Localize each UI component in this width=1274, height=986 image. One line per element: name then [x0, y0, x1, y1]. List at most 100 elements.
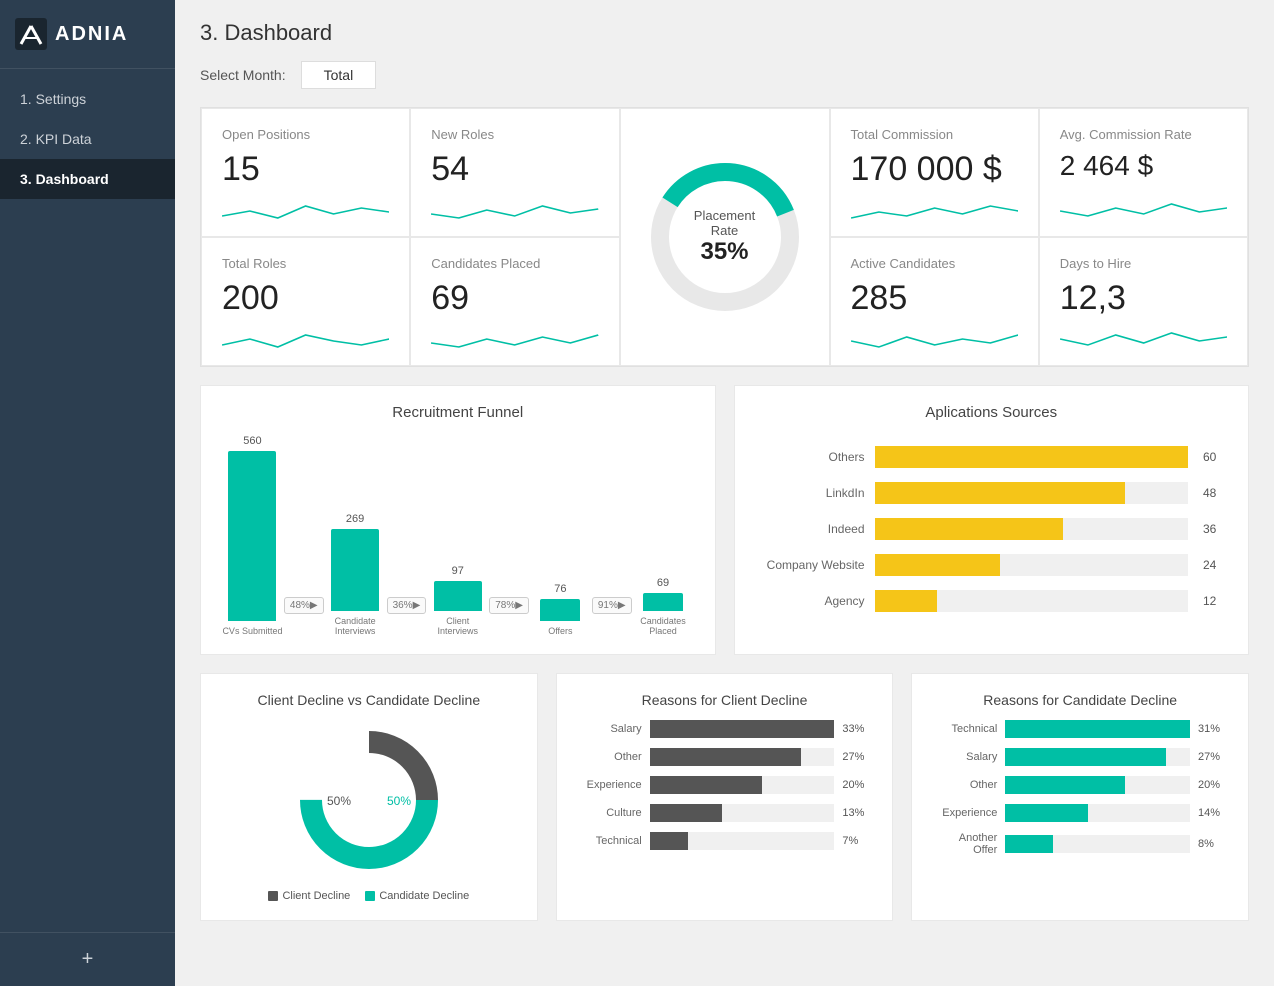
kpi-candidates-placed-label: Candidates Placed: [431, 256, 598, 271]
rcd-other-track: [1005, 776, 1190, 794]
kpi-open-positions-label: Open Positions: [222, 127, 389, 142]
rc-experience-pct: 20%: [842, 779, 872, 791]
sidebar-nav: 1. Settings 2. KPI Data 3. Dashboard: [0, 69, 175, 932]
hbar-company-website: Company Website 24: [755, 554, 1229, 576]
kpi-days-to-hire-label: Days to Hire: [1060, 256, 1227, 271]
rc-technical-label: Technical: [577, 835, 642, 847]
kpi-active-candidates-value: 285: [851, 279, 1018, 318]
rcd-experience-fill: [1005, 804, 1088, 822]
rcd-experience-pct: 14%: [1198, 807, 1228, 819]
rcd-other-pct: 20%: [1198, 779, 1228, 791]
rc-salary-pct: 33%: [842, 723, 872, 735]
svg-text:50%: 50%: [387, 794, 411, 808]
reasons-client-chart: Salary 33% Other 27% Experience: [577, 720, 873, 850]
hbar-indeed-fill: [875, 518, 1063, 540]
hbar-linkedin-track: [875, 482, 1189, 504]
rcd-experience-label: Experience: [932, 807, 997, 819]
charts-row: Recruitment Funnel 560 CVs Submitted 48%…: [200, 385, 1249, 655]
rcd-experience: Experience 14%: [932, 804, 1228, 822]
sparkline-candidates-placed: [431, 325, 598, 355]
legend-client-label: Client Decline: [282, 890, 350, 902]
hbar-agency-label: Agency: [755, 594, 865, 608]
rc-experience-label: Experience: [577, 779, 642, 791]
kpi-avg-commission-label: Avg. Commission Rate: [1060, 127, 1227, 142]
add-button[interactable]: +: [0, 932, 175, 986]
rc-salary-track: [650, 720, 835, 738]
hbar-agency-value: 12: [1203, 594, 1228, 608]
reasons-client-card: Reasons for Client Decline Salary 33% Ot…: [556, 673, 894, 921]
rc-other-pct: 27%: [842, 751, 872, 763]
hbar-others-fill: [875, 446, 1189, 468]
svg-text:50%: 50%: [327, 794, 351, 808]
placement-rate-label: Placement Rate: [682, 208, 767, 238]
rcd-other-label: Other: [932, 779, 997, 791]
kpi-avg-commission: Avg. Commission Rate 2 464 $: [1039, 108, 1248, 237]
page-title: 3. Dashboard: [200, 20, 1249, 46]
hbar-indeed-label: Indeed: [755, 522, 865, 536]
rcd-other-fill: [1005, 776, 1125, 794]
sparkline-days-to-hire: [1060, 325, 1227, 355]
decline-donut-svg: 50% 50%: [289, 720, 449, 880]
funnel-val-3: 76: [554, 583, 566, 595]
hbar-linkedin: LinkdIn 48: [755, 482, 1229, 504]
rcd-technical-track: [1005, 720, 1190, 738]
kpi-total-commission-label: Total Commission: [851, 127, 1018, 142]
hbar-others: Others 60: [755, 446, 1229, 468]
funnel-arrow-3: 78%▶: [489, 597, 529, 614]
sparkline-open-positions: [222, 196, 389, 226]
rc-experience-fill: [650, 776, 763, 794]
rc-technical-fill: [650, 832, 689, 850]
legend-candidate-dot: [365, 891, 375, 901]
hbar-indeed-value: 36: [1203, 522, 1228, 536]
decline-donut-title: Client Decline vs Candidate Decline: [221, 692, 517, 708]
rc-technical: Technical 7%: [577, 832, 873, 850]
app-sources-card: Aplications Sources Others 60 LinkdIn: [734, 385, 1250, 655]
reasons-candidate-card: Reasons for Candidate Decline Technical …: [911, 673, 1249, 921]
rcd-experience-track: [1005, 804, 1190, 822]
donut-label: Placement Rate 35%: [682, 208, 767, 266]
rcd-salary-pct: 27%: [1198, 751, 1228, 763]
sidebar-item-dashboard[interactable]: 3. Dashboard: [0, 159, 175, 199]
hbar-others-track: [875, 446, 1189, 468]
funnel-val-1: 269: [346, 513, 364, 525]
rc-salary-fill: [650, 720, 835, 738]
funnel-label-1: Candidate Interviews: [324, 616, 387, 636]
rcd-technical-label: Technical: [932, 723, 997, 735]
reasons-candidate-chart: Technical 31% Salary 27% Other: [932, 720, 1228, 856]
main-content: 3. Dashboard Select Month: Total Open Po…: [175, 0, 1274, 986]
legend-client-decline: Client Decline: [268, 890, 350, 902]
sidebar: ADNIA 1. Settings 2. KPI Data 3. Dashboa…: [0, 0, 175, 986]
funnel-arrow-2: 36%▶: [387, 597, 427, 614]
kpi-total-roles-value: 200: [222, 279, 389, 318]
app-sources-title: Aplications Sources: [755, 404, 1229, 421]
funnel-val-4: 69: [657, 577, 669, 589]
sidebar-item-kpi[interactable]: 2. KPI Data: [0, 119, 175, 159]
hbar-others-value: 60: [1203, 450, 1228, 464]
kpi-days-to-hire-value: 12,3: [1060, 279, 1227, 318]
kpi-new-roles: New Roles 54: [410, 108, 619, 237]
rcd-another-offer-label: Another Offer: [932, 832, 997, 856]
rc-culture: Culture 13%: [577, 804, 873, 822]
rc-salary: Salary 33%: [577, 720, 873, 738]
rc-culture-track: [650, 804, 835, 822]
funnel-card: Recruitment Funnel 560 CVs Submitted 48%…: [200, 385, 716, 655]
filter-row: Select Month: Total: [200, 61, 1249, 89]
hbar-indeed-track: [875, 518, 1189, 540]
rc-salary-label: Salary: [577, 723, 642, 735]
kpi-new-roles-label: New Roles: [431, 127, 598, 142]
kpi-total-commission: Total Commission 170 000 $: [830, 108, 1039, 237]
app-sources-chart: Others 60 LinkdIn 48 Indeed: [755, 436, 1229, 636]
hbar-indeed: Indeed 36: [755, 518, 1229, 540]
hbar-company-website-track: [875, 554, 1189, 576]
bottom-row: Client Decline vs Candidate Decline 50% …: [200, 673, 1249, 921]
rc-technical-pct: 7%: [842, 835, 872, 847]
rc-other: Other 27%: [577, 748, 873, 766]
funnel-label-4: Candidates Placed: [632, 616, 695, 636]
funnel-label-3: Offers: [548, 626, 572, 636]
kpi-new-roles-value: 54: [431, 150, 598, 189]
legend-candidate-decline: Candidate Decline: [365, 890, 469, 902]
kpi-open-positions-value: 15: [222, 150, 389, 189]
sparkline-active-candidates: [851, 325, 1018, 355]
sidebar-item-settings[interactable]: 1. Settings: [0, 79, 175, 119]
month-filter-button[interactable]: Total: [301, 61, 377, 89]
